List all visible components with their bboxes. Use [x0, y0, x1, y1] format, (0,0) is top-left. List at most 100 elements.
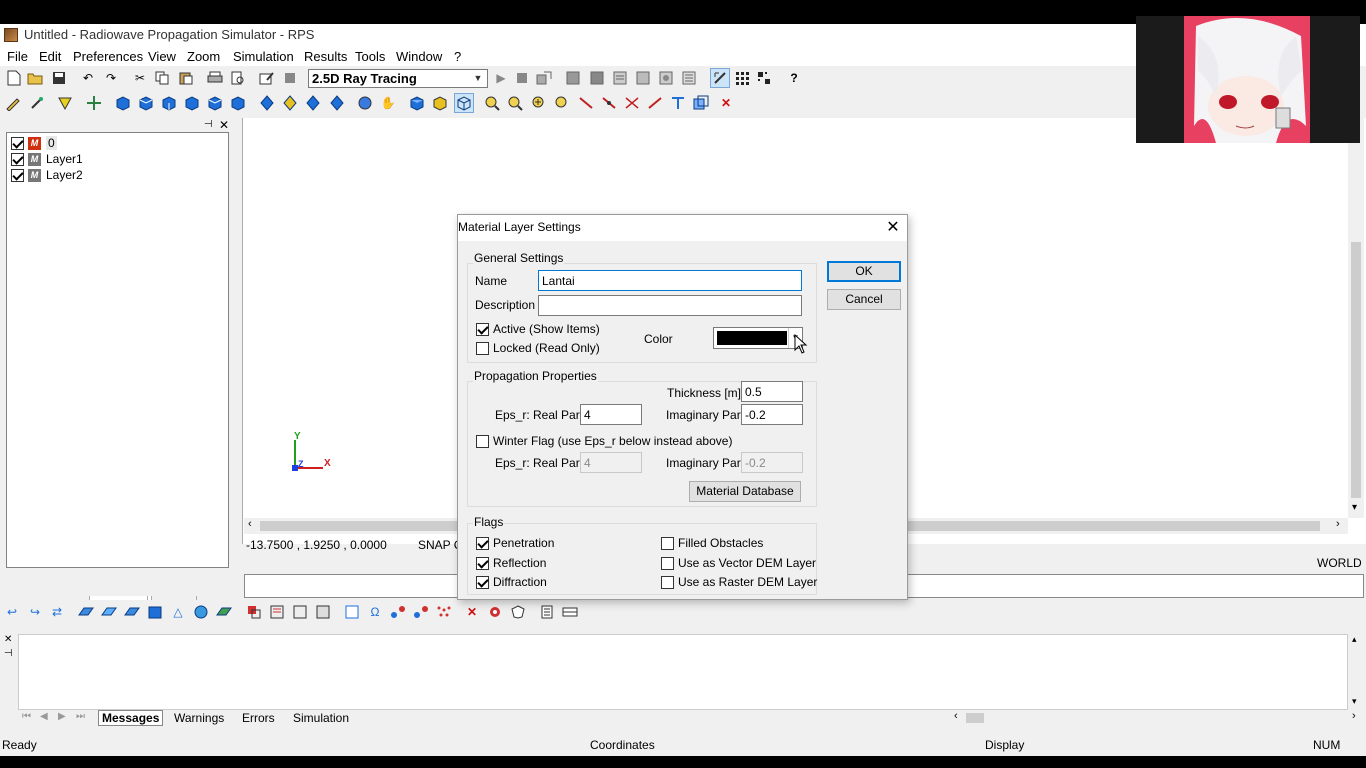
eps-real-field[interactable]: 4 [580, 404, 642, 425]
menu-zoom[interactable]: Zoom [187, 49, 220, 64]
zoom-window-icon[interactable] [553, 94, 571, 112]
help-question-icon[interactable]: ? [785, 69, 803, 87]
grid-dots-icon[interactable] [733, 69, 751, 87]
result-export-icon[interactable] [634, 69, 652, 87]
table-icon[interactable] [561, 603, 579, 621]
line-tool-3-icon[interactable] [623, 94, 641, 112]
snap-grid-icon[interactable] [755, 69, 773, 87]
antenna-select-icon[interactable] [56, 94, 74, 112]
viewport-vscroll[interactable]: ▾ [1348, 118, 1364, 518]
tab-messages[interactable]: Messages [98, 710, 164, 726]
explode-icon[interactable] [486, 603, 504, 621]
menu-view[interactable]: View [148, 49, 176, 64]
result-list-icon[interactable] [680, 69, 698, 87]
diffraction-checkbox[interactable] [476, 575, 489, 589]
result-grid-icon[interactable] [564, 69, 582, 87]
point-1-icon[interactable] [258, 94, 276, 112]
tree-item-layer2[interactable]: M Layer2 [11, 167, 83, 183]
transform-4-icon[interactable] [314, 603, 332, 621]
scroll-down-icon[interactable]: ▾ [1352, 502, 1357, 513]
cube-wall-6-icon[interactable] [229, 94, 247, 112]
view-3d-box-icon[interactable] [408, 94, 426, 112]
surface-3-icon[interactable] [123, 603, 141, 621]
tab-simulation[interactable]: Simulation [293, 711, 349, 725]
sphere-icon[interactable] [192, 603, 210, 621]
result-settings-icon[interactable] [657, 69, 675, 87]
result-text-icon[interactable] [611, 69, 629, 87]
scroll-thumb[interactable] [966, 713, 984, 723]
open-folder-icon[interactable] [26, 69, 44, 87]
penetration-checkbox[interactable] [476, 536, 489, 550]
snap-indicator[interactable]: SNAP C [418, 538, 462, 552]
layer-visible-checkbox[interactable] [11, 152, 24, 166]
scroll-left-icon[interactable]: ‹ [248, 518, 252, 530]
vector-dem-checkbox[interactable] [661, 556, 674, 570]
scroll-left-icon[interactable]: ‹ [954, 710, 958, 722]
layer-visible-checkbox[interactable] [11, 136, 24, 150]
stop-icon[interactable] [513, 69, 531, 87]
point-2-icon[interactable] [281, 94, 299, 112]
menu-tools[interactable]: Tools [355, 49, 385, 64]
close-icon[interactable]: ✕ [219, 118, 229, 132]
delete-x-icon[interactable]: ✕ [717, 94, 735, 112]
line-tool-2-icon[interactable] [600, 94, 618, 112]
scroll-right-icon[interactable]: › [1352, 710, 1356, 722]
winter-flag-row[interactable]: Winter Flag (use Eps_r below instead abo… [476, 433, 732, 449]
omega-icon[interactable]: Ω [366, 603, 384, 621]
cube-wall-1-icon[interactable] [114, 94, 132, 112]
prev-page-icon[interactable]: ◀ [40, 711, 48, 722]
menu-preferences[interactable]: Preferences [73, 49, 143, 64]
name-field[interactable]: Lantai [538, 270, 802, 291]
menu-simulation[interactable]: Simulation [233, 49, 294, 64]
simulation-mode-select[interactable]: 2.5D Ray Tracing ▼ [308, 69, 488, 88]
thickness-field[interactable]: 0.5 [741, 381, 803, 402]
pin-icon[interactable]: ⊣ [204, 119, 213, 130]
view-3d-solid-icon[interactable] [431, 94, 449, 112]
print-icon[interactable] [206, 69, 224, 87]
transmitter-tool-icon[interactable] [28, 94, 46, 112]
undo-icon[interactable]: ↶ [79, 69, 97, 87]
transform-2-icon[interactable] [268, 603, 286, 621]
menu-file[interactable]: File [7, 49, 28, 64]
first-page-icon[interactable]: ⏮ [22, 711, 31, 722]
orbit-view-icon[interactable] [356, 94, 374, 112]
next-page-icon[interactable]: ▶ [58, 711, 66, 722]
cut-icon[interactable]: ✂ [131, 69, 149, 87]
active-checkbox[interactable] [476, 322, 489, 336]
tab-errors[interactable]: Errors [242, 711, 275, 725]
filled-obstacles-row[interactable]: Filled Obstacles [661, 535, 763, 551]
print-preview-icon[interactable] [229, 69, 247, 87]
imaginary-part-field[interactable]: -0.2 [741, 404, 803, 425]
measure-icon[interactable] [343, 603, 361, 621]
point-3-icon[interactable] [304, 94, 322, 112]
play-icon[interactable]: ▶ [492, 69, 510, 87]
cube-wall-3-icon[interactable] [160, 94, 178, 112]
tree-item-layer1[interactable]: M Layer1 [11, 151, 83, 167]
description-field[interactable] [538, 295, 802, 316]
menu-edit[interactable]: Edit [39, 49, 61, 64]
shield-icon[interactable] [509, 603, 527, 621]
cancel-button[interactable]: Cancel [827, 289, 901, 310]
surface-2-icon[interactable] [100, 603, 118, 621]
move-arrows-icon[interactable] [85, 94, 103, 112]
line-tool-4-icon[interactable] [646, 94, 664, 112]
locked-checkbox-row[interactable]: Locked (Read Only) [476, 340, 600, 356]
copy-icon[interactable] [153, 69, 171, 87]
tab-warnings[interactable]: Warnings [174, 711, 224, 725]
menu-help[interactable]: ? [454, 49, 461, 64]
message-hscroll[interactable]: ‹ › [950, 710, 1362, 726]
color-picker[interactable]: ▼ [713, 327, 803, 349]
stop-gray-icon[interactable] [281, 69, 299, 87]
paste-icon[interactable] [177, 69, 195, 87]
points-cloud-icon[interactable] [435, 603, 453, 621]
transform-3-icon[interactable] [291, 603, 309, 621]
diffraction-row[interactable]: Diffraction [476, 574, 547, 590]
surface-4-icon[interactable] [146, 603, 164, 621]
zoom-out-icon[interactable] [506, 94, 524, 112]
active-checkbox-row[interactable]: Active (Show Items) [476, 321, 600, 337]
zoom-extents-icon[interactable] [530, 94, 548, 112]
scroll-right-icon[interactable]: › [1336, 518, 1340, 530]
pan-hand-icon[interactable]: ✋ [379, 94, 397, 112]
vector-dem-row[interactable]: Use as Vector DEM Layer [661, 555, 816, 571]
winter-flag-checkbox[interactable] [476, 434, 489, 448]
